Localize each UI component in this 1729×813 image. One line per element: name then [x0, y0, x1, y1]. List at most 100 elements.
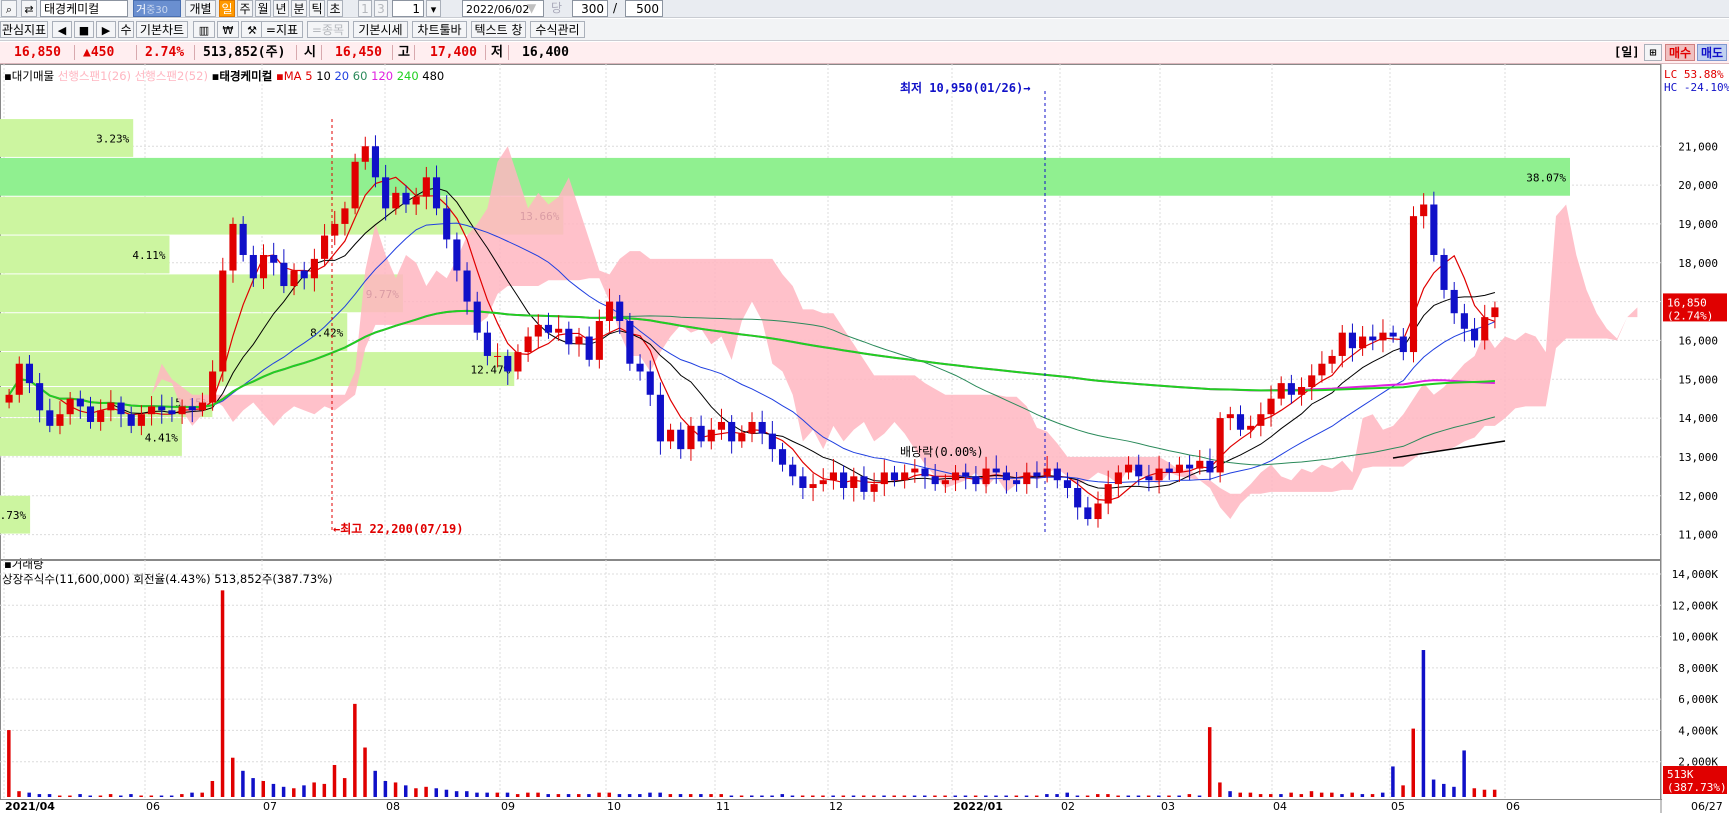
candle-body [402, 192, 410, 205]
volume-bar [800, 795, 805, 797]
candle-body [921, 468, 929, 477]
volume-bar [719, 794, 723, 797]
x-tick-label: 06 [1506, 800, 1520, 813]
volume-bar [1462, 750, 1466, 797]
volume-bar [220, 590, 225, 797]
period-second-button[interactable]: 초 [327, 0, 343, 17]
candle-body [514, 352, 522, 372]
candle-body [76, 398, 84, 407]
candle-body [809, 484, 817, 488]
candle-body [1023, 472, 1031, 485]
volume-bar [1126, 795, 1131, 797]
volume-bar [892, 795, 896, 797]
volume-bar [1279, 794, 1283, 797]
volume-bar [597, 792, 601, 797]
formula-button[interactable]: 수식관리 [530, 21, 585, 38]
interval-field[interactable]: 1 [392, 0, 424, 17]
su-button[interactable]: 수 [118, 21, 134, 38]
supply-label: 3.23% [96, 132, 129, 145]
next-button[interactable]: ▶ [96, 21, 116, 38]
volume-bar [403, 785, 408, 797]
volume-bar [1299, 794, 1304, 797]
candle-body [1145, 476, 1153, 481]
candle-body [1094, 503, 1102, 520]
volume-bar [943, 795, 947, 797]
total-field[interactable]: 500 [625, 0, 663, 17]
chevron-down-icon[interactable]: ▾ [426, 0, 441, 17]
candle-body [5, 394, 13, 403]
stop-button[interactable]: ■ [74, 21, 94, 38]
buy-button[interactable]: 매수 [1665, 44, 1695, 61]
candle-body [911, 468, 919, 473]
chart-type-icon[interactable]: ▥ [193, 21, 215, 38]
individual-button[interactable]: 개별 [185, 0, 216, 17]
candle-body [178, 406, 186, 415]
supply-label: 38.07% [1526, 171, 1566, 184]
candle-body [829, 472, 837, 481]
watch-indicator-button[interactable]: 관심지표 [0, 21, 48, 38]
current-price-label: 16,850 [1667, 296, 1707, 309]
range-1-button[interactable]: 1 [358, 0, 372, 17]
grid-icon[interactable]: ⊞ [1644, 44, 1662, 61]
price-type-label: 거 [136, 3, 147, 16]
period-day-button[interactable]: 일 [219, 0, 235, 17]
range-3-button[interactable]: 3 [374, 0, 388, 17]
count-field[interactable]: 300 [572, 0, 608, 17]
period-minute-button[interactable]: 분 [291, 0, 307, 17]
volume-bars [7, 590, 1497, 797]
volume-bar [1319, 792, 1324, 797]
search-icon[interactable]: ⌕ [1, 0, 17, 17]
volume-bar [1472, 788, 1477, 797]
volume-bar [414, 788, 418, 797]
candle-body [127, 414, 135, 426]
candle-body [351, 161, 359, 209]
volume-bar [57, 795, 62, 797]
candle-body [46, 410, 54, 426]
volume-bar [760, 795, 764, 797]
candle-body [25, 363, 34, 384]
volume-bar [1330, 792, 1334, 797]
prev-button[interactable]: ◀ [52, 21, 72, 38]
volume-bar [1360, 794, 1365, 797]
basic-chart-button[interactable]: 기본차트 [136, 21, 188, 38]
volume-bar [180, 794, 184, 797]
volume-bar [790, 795, 795, 797]
candle-body [951, 472, 960, 481]
volume-bar [923, 795, 927, 797]
stock-chart[interactable]: 0.73%4.41%5.15%12.47%8.42%9.77%4.11%13.6… [0, 64, 1729, 813]
refresh-icon[interactable]: ⇄ [21, 0, 37, 17]
volume-bar [271, 783, 276, 797]
volume-bar [1350, 792, 1354, 797]
text-window-button[interactable]: 텍스트 창 [471, 21, 526, 38]
chart-toolbar-button[interactable]: 차트툴바 [412, 21, 467, 38]
period-year-button[interactable]: 년 [273, 0, 289, 17]
candle-body [270, 254, 278, 263]
stock-name-field[interactable]: 태경케미컬 [40, 0, 128, 17]
won-icon[interactable]: ₩ [217, 21, 239, 38]
period-week-button[interactable]: 주 [237, 0, 253, 17]
candle-body [1114, 472, 1122, 485]
volume-bar [1401, 785, 1405, 797]
date-dropdown-icon[interactable]: ▼ [527, 0, 541, 17]
volume-bar [7, 730, 11, 797]
second-toolbar: 관심지표 ◀ ■ ▶ 수 기본차트 ▥ ₩ ⚒ =지표 =종목 기본시세 차트툴… [0, 19, 1729, 41]
volume-bar [1258, 794, 1263, 797]
x-tick-label: 05 [1391, 800, 1405, 813]
settings-icon[interactable]: ⚒ [241, 21, 263, 38]
candle-body [229, 223, 237, 271]
volume-bar [872, 795, 876, 797]
volume-bar [1228, 791, 1232, 797]
period-month-button[interactable]: 월 [255, 0, 271, 17]
candle-body [1155, 468, 1163, 481]
price-type-button[interactable]: 거중30 [133, 0, 181, 17]
period-tick-button[interactable]: 틱 [309, 0, 325, 17]
candle-body [768, 433, 776, 450]
volume-tick-label: 8,000K [1678, 662, 1718, 675]
indicator-button[interactable]: =지표 [261, 21, 303, 38]
volume-bar [851, 795, 856, 797]
basic-price-button[interactable]: 기본시세 [353, 21, 408, 38]
volume-bar [434, 788, 439, 797]
item-button[interactable]: =종목 [307, 21, 349, 38]
sell-button[interactable]: 매도 [1697, 44, 1727, 61]
volume-bar [607, 792, 612, 797]
